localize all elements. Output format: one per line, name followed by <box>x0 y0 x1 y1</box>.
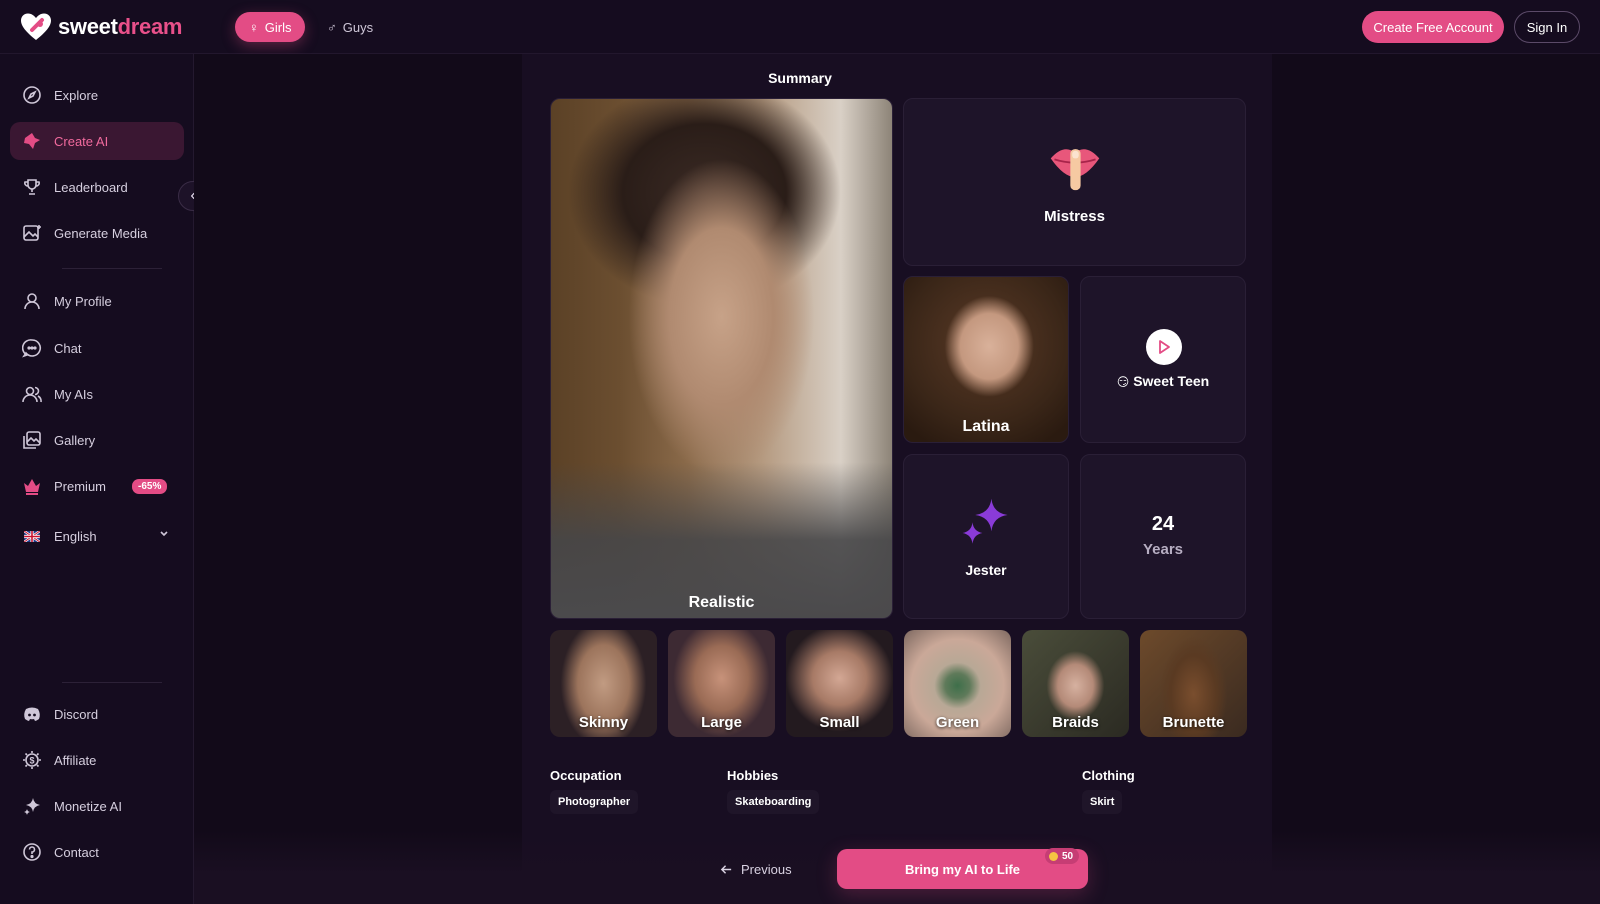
create-account-button[interactable]: Create Free Account <box>1362 11 1504 43</box>
cost-badge: 50 <box>1045 848 1080 864</box>
brand-name: sweetdream <box>58 14 183 39</box>
voice-emoji-icon: 😏 <box>1116 375 1130 389</box>
chat-bubble-icon <box>22 338 42 358</box>
attribute-card-hairstyle: Braids <box>1022 630 1129 737</box>
female-icon: ♀ <box>249 19 259 35</box>
uk-flag-icon <box>22 526 42 546</box>
sidebar-item-leaderboard[interactable]: Leaderboard <box>10 168 184 206</box>
dollar-gear-icon: $ <box>22 750 42 770</box>
clothing-chip: Skirt <box>1082 790 1123 814</box>
gallery-icon <box>22 430 42 450</box>
create-ai-icon <box>22 131 42 151</box>
style-card-realistic: Realistic <box>550 98 893 619</box>
attribute-card-butt: Large <box>668 630 775 737</box>
users-icon <box>22 384 42 404</box>
chevron-down-icon <box>158 527 170 542</box>
age-card: 24 Years <box>1080 454 1246 619</box>
sign-in-button[interactable]: Sign In <box>1514 11 1580 43</box>
sparkle-icon <box>22 796 42 816</box>
top-bar: sweetdream ♀ Girls ♂ Guys Create Free Ac… <box>0 0 1600 54</box>
crown-icon <box>22 476 42 496</box>
tab-girls[interactable]: ♀ Girls <box>235 12 306 42</box>
hobbies-label: Hobbies <box>727 768 779 783</box>
personality-card: Mistress <box>903 98 1246 266</box>
sidebar-item-generate-media[interactable]: Generate Media <box>10 214 184 252</box>
coin-icon <box>1049 851 1058 861</box>
discount-badge: -65% <box>132 478 168 494</box>
left-gutter <box>194 54 522 904</box>
page-title: Summary <box>768 70 832 86</box>
clothing-label: Clothing <box>1082 768 1135 783</box>
heart-logo-icon <box>21 13 51 40</box>
hobbies-chip: Skateboarding <box>727 790 820 814</box>
sidebar-item-premium[interactable]: Premium -65% <box>10 467 184 505</box>
sidebar-item-gallery[interactable]: Gallery <box>10 421 184 459</box>
right-gutter <box>1272 54 1600 904</box>
sidebar-item-contact[interactable]: Contact <box>10 833 184 871</box>
arrow-left-icon <box>720 864 732 874</box>
voice-card: 😏 Sweet Teen <box>1080 276 1246 443</box>
relationship-card: Jester <box>903 454 1069 619</box>
sidebar-item-create-ai[interactable]: Create AI <box>10 122 184 160</box>
sidebar-divider <box>62 268 162 269</box>
sidebar-item-chat[interactable]: Chat <box>10 329 184 367</box>
compass-icon <box>22 85 42 105</box>
previous-button[interactable]: Previous <box>720 852 810 886</box>
discord-icon <box>22 704 42 724</box>
male-icon: ♂ <box>327 19 337 35</box>
tab-guys[interactable]: ♂ Guys <box>313 12 387 42</box>
occupation-label: Occupation <box>550 768 622 783</box>
sidebar: Explore Create AI ‹ Leaderboard Generate… <box>0 54 208 904</box>
sparkles-icon <box>962 498 1008 544</box>
svg-text:$: $ <box>29 756 34 766</box>
age-unit: Years <box>1142 541 1184 558</box>
attribute-card-hair-color: Brunette <box>1140 630 1247 737</box>
lips-shush-icon <box>1050 149 1100 191</box>
user-icon <box>22 291 42 311</box>
image-sparkle-icon <box>22 223 42 243</box>
attribute-card-breast: Small <box>786 630 893 737</box>
attribute-card-body: Skinny <box>550 630 657 737</box>
brand-logo[interactable]: sweetdream <box>20 12 183 42</box>
sidebar-item-monetize-ai[interactable]: Monetize AI <box>10 787 184 825</box>
help-circle-icon <box>22 842 42 862</box>
occupation-chip: Photographer <box>550 790 639 814</box>
sidebar-item-my-profile[interactable]: My Profile <box>10 282 184 320</box>
sidebar-item-my-ais[interactable]: My AIs <box>10 375 184 413</box>
ethnicity-card-latina: Latina <box>903 276 1069 443</box>
language-selector[interactable]: English <box>10 517 184 555</box>
age-value: 24 <box>1151 513 1175 535</box>
play-icon <box>1159 340 1170 354</box>
attribute-card-eyes: Green <box>904 630 1011 737</box>
sidebar-item-discord[interactable]: Discord <box>10 695 184 733</box>
play-voice-button[interactable] <box>1146 329 1182 365</box>
sidebar-divider <box>62 682 162 683</box>
trophy-icon <box>22 177 42 197</box>
sidebar-item-affiliate[interactable]: $ Affiliate <box>10 741 184 779</box>
